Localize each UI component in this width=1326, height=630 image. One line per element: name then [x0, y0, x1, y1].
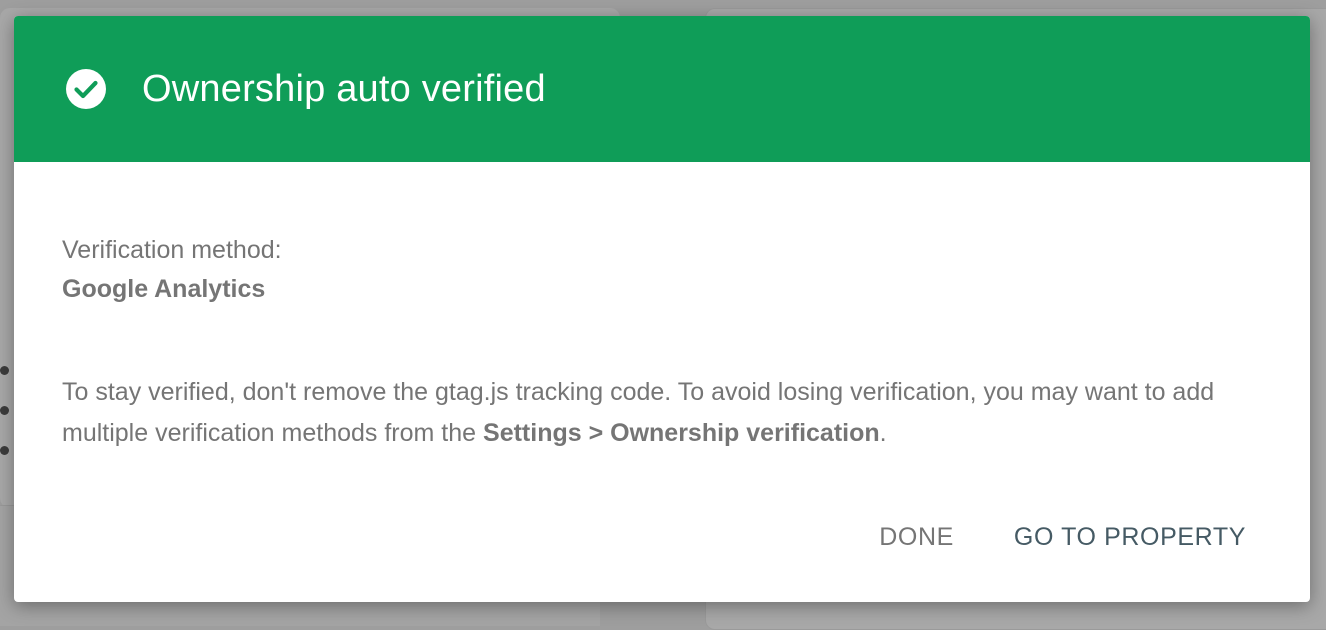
settings-path: Settings > Ownership verification	[483, 419, 880, 447]
verification-method-value: Google Analytics	[62, 275, 266, 303]
background-bullet	[0, 366, 9, 375]
dialog-header: Ownership auto verified	[14, 16, 1310, 162]
background-bullet	[0, 446, 9, 455]
verification-method-label: Verification method:	[62, 236, 282, 264]
verification-dialog: Ownership auto verified Verification met…	[14, 16, 1310, 602]
go-to-property-button[interactable]: GO TO PROPERTY	[996, 511, 1264, 564]
dialog-body: Verification method: Google Analytics To…	[14, 162, 1310, 454]
background-bullet	[0, 406, 9, 415]
done-button[interactable]: DONE	[861, 511, 972, 564]
dialog-title: Ownership auto verified	[142, 67, 546, 110]
check-circle-icon	[66, 69, 106, 109]
verification-note-end: .	[879, 419, 887, 447]
dialog-actions: DONE GO TO PROPERTY	[861, 472, 1310, 602]
verification-note: To stay verified, don't remove the gtag.…	[62, 372, 1262, 454]
